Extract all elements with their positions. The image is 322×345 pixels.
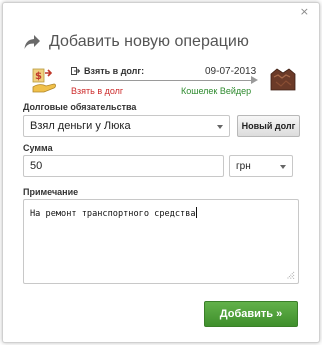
debt-select[interactable]: Взял деньги у Люка [23,115,230,137]
text-cursor [195,207,197,218]
operation-summary: $ Взять в долг: 09-07-2013 Взять в долг … [23,63,298,99]
amount-label: Сумма [23,143,53,153]
money-hand-icon[interactable]: $ [29,65,59,95]
wallet-icon[interactable] [268,65,298,95]
operation-type: Взять в долг: [71,66,144,76]
amount-input[interactable]: 50 [23,155,224,177]
close-icon[interactable]: × [300,6,309,18]
svg-text:$: $ [35,71,42,82]
add-operation-dialog: × Добавить новую операцию $ Взять в долг… [2,2,320,343]
share-arrow-icon [24,35,40,49]
chevron-down-icon [280,165,286,169]
dialog-title: Добавить новую операцию [49,33,249,50]
chevron-down-icon [217,125,223,129]
currency-select[interactable]: грн [229,155,293,177]
add-button[interactable]: Добавить » [204,301,298,327]
exit-icon [71,67,80,75]
transfer-arrow-icon [251,76,258,84]
note-textarea[interactable]: На ремонт транспортного средства [23,199,299,284]
new-debt-button[interactable]: Новый долг [237,115,300,137]
debt-label: Долговые обязательства [23,102,137,112]
transfer-line [71,80,255,81]
dialog-header: Добавить новую операцию [23,30,249,54]
note-label: Примечание [23,187,79,197]
target-account: Кошелек Вейдер [181,86,252,96]
resize-grip-icon[interactable] [286,271,295,280]
operation-date[interactable]: 09-07-2013 [205,66,256,77]
source-account: Взять в долг [71,86,124,96]
